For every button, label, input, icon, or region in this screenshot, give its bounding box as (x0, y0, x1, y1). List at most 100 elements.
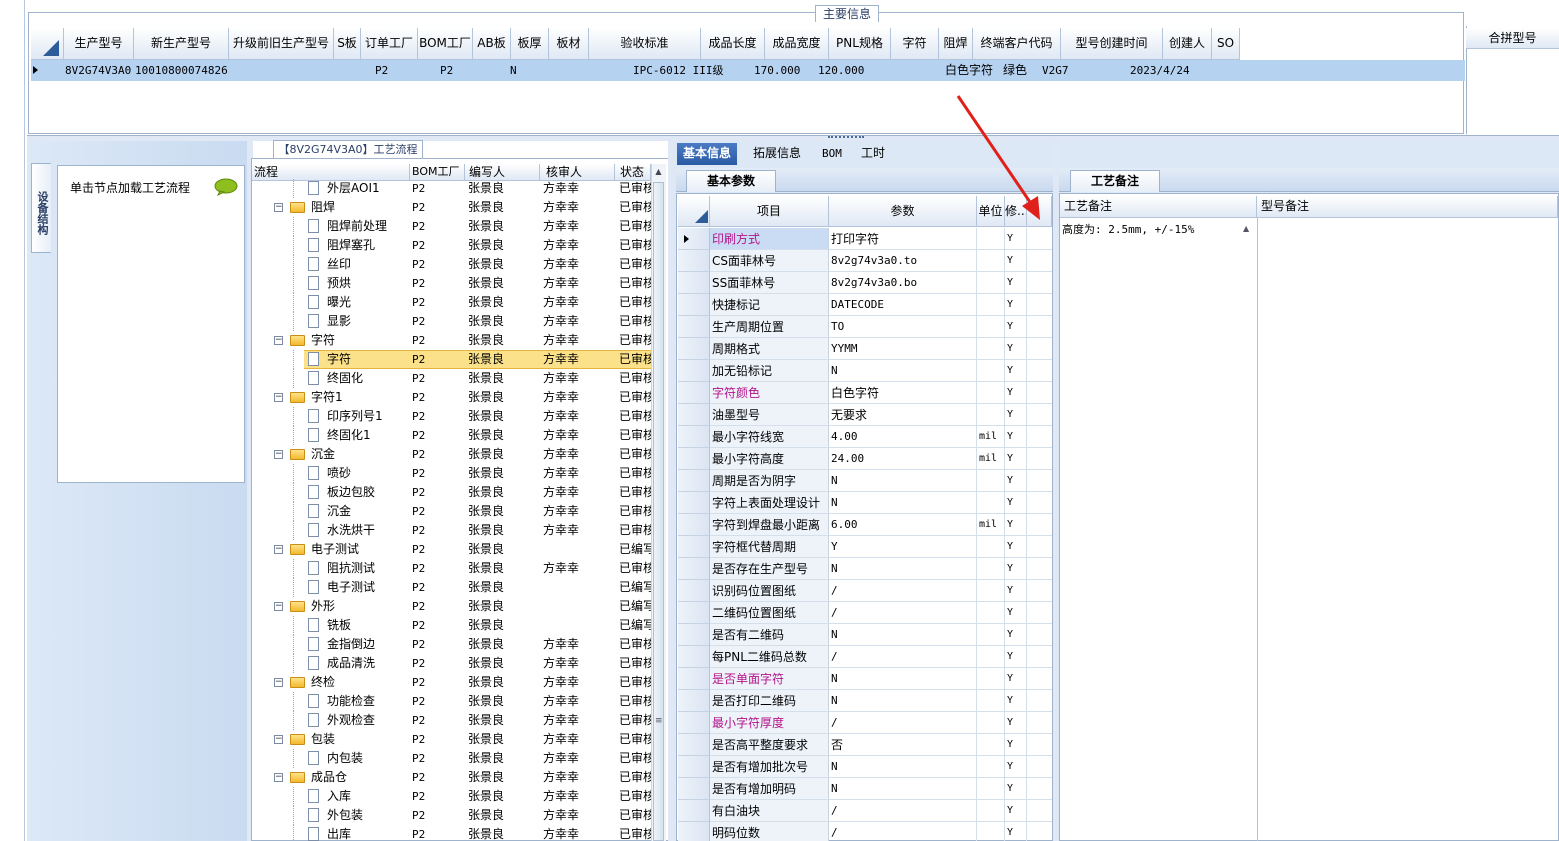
tree-node[interactable]: 外包装 (252, 806, 407, 825)
tree-node[interactable]: 字符 (252, 350, 407, 369)
param-value[interactable]: / (829, 800, 977, 822)
param-row[interactable]: 油墨型号 无要求 Y (678, 404, 1052, 426)
cell-character[interactable]: 白色字符 (945, 60, 993, 81)
row-header[interactable] (678, 756, 710, 778)
param-value[interactable]: 白色字符 (829, 382, 977, 404)
row-header[interactable] (678, 734, 710, 756)
tree-row[interactable]: − 电子测试 P2 张景良 已编写 (252, 540, 651, 559)
param-value[interactable]: 24.00 (829, 448, 977, 470)
main-info-header-cell[interactable]: 板材 (549, 28, 589, 60)
param-row[interactable]: 最小字符厚度 / Y (678, 712, 1052, 734)
param-row[interactable]: CS面菲林号 8v2g74v3a0.to Y (678, 250, 1052, 272)
collapse-icon[interactable]: − (274, 450, 283, 459)
tab-work-hours[interactable]: 工时 (855, 143, 891, 165)
tab-extended-info[interactable]: 拓展信息 (747, 143, 807, 165)
row-header[interactable] (678, 712, 710, 734)
tree-row[interactable]: 功能检查 P2 张景良 方幸幸 已审核 (252, 692, 651, 711)
main-info-header-cell[interactable]: S板 (334, 28, 361, 60)
main-info-header-cell[interactable]: 成品宽度 (765, 28, 829, 60)
tree-row[interactable]: 铣板 P2 张景良 已编写 (252, 616, 651, 635)
merge-model-header[interactable]: 合拼型号 (1466, 28, 1559, 49)
tree-node[interactable]: 阻抗测试 (252, 559, 407, 578)
param-row[interactable]: 是否有二维码 N Y (678, 624, 1052, 646)
tree-row[interactable]: 终固化1 P2 张景良 方幸幸 已审核 (252, 426, 651, 445)
tree-node[interactable]: 出库 (252, 825, 407, 841)
cell-create-time[interactable]: 2023/4/24 (1130, 60, 1190, 81)
process-note-text[interactable]: 高度为: 2.5mm, +/-15% (1062, 221, 1194, 237)
tree-node[interactable]: 喷砂 (252, 464, 407, 483)
main-info-header-cell[interactable]: 生产型号 (64, 28, 134, 60)
main-info-header-cell[interactable]: 字符 (891, 28, 939, 60)
tree-row[interactable]: 丝印 P2 张景良 方幸幸 已审核 (252, 255, 651, 274)
param-value[interactable]: N (829, 668, 977, 690)
tree-row[interactable]: 预烘 P2 张景良 方幸幸 已审核 (252, 274, 651, 293)
param-row[interactable]: 周期格式 YYMM Y (678, 338, 1052, 360)
tree-row[interactable]: 曝光 P2 张景良 方幸幸 已审核 (252, 293, 651, 312)
tree-node[interactable]: 水洗烘干 (252, 521, 407, 540)
param-row[interactable]: SS面菲林号 8v2g74v3a0.bo Y (678, 272, 1052, 294)
collapse-icon[interactable]: − (274, 336, 283, 345)
tab-equipment-structure[interactable]: 设备结构 (31, 163, 51, 253)
param-value[interactable]: / (829, 602, 977, 624)
param-value[interactable]: / (829, 822, 977, 841)
tree-row[interactable]: 外包装 P2 张景良 方幸幸 已审核 (252, 806, 651, 825)
row-header[interactable] (678, 624, 710, 646)
tree-row[interactable]: 字符 P2 张景良 方幸幸 已审核 (252, 350, 651, 369)
row-header[interactable] (678, 228, 710, 250)
cell-bom-factory[interactable]: P2 (440, 60, 453, 81)
row-header[interactable] (678, 822, 710, 841)
cell-prod-model[interactable]: 8V2G74V3A0 (65, 60, 131, 81)
row-header[interactable] (678, 514, 710, 536)
tree-row[interactable]: − 包装 P2 张景良 方幸幸 已审核 (252, 730, 651, 749)
tree-row[interactable]: 出库 P2 张景良 方幸幸 已审核 (252, 825, 651, 841)
row-header[interactable] (678, 272, 710, 294)
tab-basic-info[interactable]: 基本信息 (677, 143, 738, 165)
param-value[interactable]: N (829, 756, 977, 778)
main-info-header-cell[interactable]: AB板 (473, 28, 511, 60)
tree-row[interactable]: 成品清洗 P2 张景良 方幸幸 已审核 (252, 654, 651, 673)
tree-row[interactable]: 终固化 P2 张景良 方幸幸 已审核 (252, 369, 651, 388)
main-info-header-cell[interactable]: 终端客户代码 (973, 28, 1061, 60)
tree-node[interactable]: 外层AOI1 (252, 179, 407, 198)
param-value[interactable]: TO (829, 316, 977, 338)
param-value[interactable]: 打印字符 (829, 228, 977, 250)
tree-node[interactable]: 沉金 (252, 502, 407, 521)
param-value[interactable]: N (829, 778, 977, 800)
tree-row[interactable]: 外层AOI1 P2 张景良 方幸幸 已审核 (252, 179, 651, 198)
tree-node[interactable]: 预烘 (252, 274, 407, 293)
tree-node[interactable]: 曝光 (252, 293, 407, 312)
tree-node[interactable]: 印序列号1 (252, 407, 407, 426)
param-value[interactable]: 8v2g74v3a0.to (829, 250, 977, 272)
tree-node[interactable]: − 字符 (252, 331, 407, 350)
param-row[interactable]: 是否存在生产型号 N Y (678, 558, 1052, 580)
main-info-header-cell[interactable]: PNL规格 (829, 28, 891, 60)
tree-node[interactable]: − 包装 (252, 730, 407, 749)
scroll-up-icon[interactable]: ▲ (1243, 224, 1249, 233)
collapse-icon[interactable]: − (274, 773, 283, 782)
tree-row[interactable]: 内包装 P2 张景良 方幸幸 已审核 (252, 749, 651, 768)
tree-row[interactable]: 金指倒边 P2 张景良 方幸幸 已审核 (252, 635, 651, 654)
tree-node[interactable]: 阻焊塞孔 (252, 236, 407, 255)
main-info-header-cell[interactable]: 型号创建时间 (1061, 28, 1163, 60)
param-value[interactable]: 6.00 (829, 514, 977, 536)
tree-row[interactable]: − 字符 P2 张景良 方幸幸 已审核 (252, 331, 651, 350)
tree-row[interactable]: 板边包胶 P2 张景良 方幸幸 已审核 (252, 483, 651, 502)
row-header[interactable] (678, 404, 710, 426)
main-info-header-cell[interactable]: SO (1212, 28, 1240, 60)
main-info-header-cell[interactable]: 阻焊 (939, 28, 973, 60)
tree-node[interactable]: − 阻焊 (252, 198, 407, 217)
cell-order-factory[interactable]: P2 (375, 60, 388, 81)
cell-solder-mask[interactable]: 绿色 (1003, 60, 1027, 81)
tree-node[interactable]: 金指倒边 (252, 635, 407, 654)
param-value[interactable]: YYMM (829, 338, 977, 360)
param-value[interactable]: 否 (829, 734, 977, 756)
main-info-header-cell[interactable]: 创建人 (1163, 28, 1212, 60)
tree-row[interactable]: 入库 P2 张景良 方幸幸 已审核 (252, 787, 651, 806)
row-header[interactable] (678, 778, 710, 800)
tree-node[interactable]: − 外形 (252, 597, 407, 616)
param-value[interactable]: 8v2g74v3a0.bo (829, 272, 977, 294)
tree-row[interactable]: 外观检查 P2 张景良 方幸幸 已审核 (252, 711, 651, 730)
tree-row[interactable]: 沉金 P2 张景良 方幸幸 已审核 (252, 502, 651, 521)
notes-header-model[interactable]: 型号备注 (1257, 196, 1558, 218)
param-row[interactable]: 快捷标记 DATECODE Y (678, 294, 1052, 316)
